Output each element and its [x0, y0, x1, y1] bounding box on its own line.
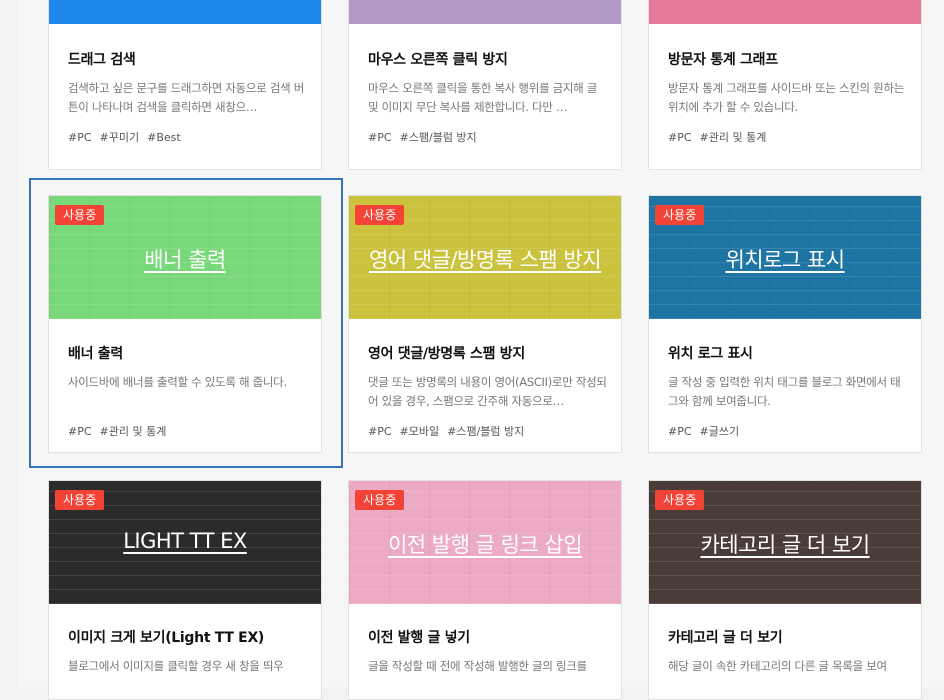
- card-description: 사이드바에 배너를 출력할 수 있도록 해 줍니다.: [68, 375, 287, 389]
- card-tags: #PC #관리 및 통계: [68, 423, 307, 439]
- plugin-card-right-click-block[interactable]: 마우스 오른쪽 클릭 방지마우스 오른쪽 클릭을 통한 복사 행위를 금지해 글…: [348, 0, 622, 170]
- card-thumbnail: 사용중영어 댓글/방명록 스팸 방지: [349, 196, 621, 319]
- card-tags: #PC #관리 및 통계: [668, 129, 907, 145]
- card-title[interactable]: 이미지 크게 보기(Light TT EX): [68, 627, 307, 647]
- card-title[interactable]: 카테고리 글 더 보기: [668, 627, 907, 647]
- card-body: 드래그 검색검색하고 싶은 문구를 드래그하면 자동으로 검색 버튼이 나타나며…: [68, 49, 307, 145]
- in-use-badge: 사용중: [55, 490, 105, 510]
- card-body: 이미지 크게 보기(Light TT EX) 블로그에서 이미지를 클릭할 경우 …: [68, 627, 307, 699]
- tag-link[interactable]: #Best: [147, 131, 181, 144]
- card-tags: #PC #꾸미기 #Best: [68, 129, 307, 145]
- tag-link[interactable]: #PC: [368, 131, 392, 144]
- card-thumbnail: [49, 0, 321, 24]
- card-description: 블로그에서 이미지를 클릭할 경우 새 창을 띄우: [68, 659, 284, 673]
- card-body: 영어 댓글/방명록 스팸 방지댓글 또는 방명록의 내용이 영어(ASCII)로…: [368, 343, 607, 439]
- plugin-grid: 드래그 검색검색하고 싶은 문구를 드래그하면 자동으로 검색 버튼이 나타나며…: [18, 0, 944, 700]
- plugin-card-visitor-graph[interactable]: 방문자 통계 그래프방문자 통계 그래프를 사이드바 또는 스킨의 원하는 위치…: [648, 0, 922, 170]
- card-tags: #PC #스팸/블럼 방지: [368, 129, 607, 145]
- card-thumbnail: 사용중이전 발행 글 링크 삽입: [349, 481, 621, 604]
- card-thumbnail: 사용중배너 출력: [49, 196, 321, 319]
- card-description: 검색하고 싶은 문구를 드래그하면 자동으로 검색 버튼이 나타나며 검색을 클…: [68, 81, 305, 114]
- thumbnail-title[interactable]: 이전 발행 글 링크 삽입: [349, 529, 621, 559]
- card-description: 글을 작성할 때 전에 작성해 발행한 글의 링크를: [368, 659, 587, 673]
- card-thumbnail: [649, 0, 921, 24]
- thumbnail-title[interactable]: LIGHT TT EX: [49, 529, 321, 553]
- card-title[interactable]: 방문자 통계 그래프: [668, 49, 907, 69]
- card-title[interactable]: 드래그 검색: [68, 49, 307, 69]
- plugin-card-english-spam[interactable]: 사용중 영어 댓글/방명록 스팸 방지 영어 댓글/방명록 스팸 방지 댓글 또는 방…: [348, 195, 622, 453]
- tag-link[interactable]: #PC: [68, 131, 92, 144]
- card-title[interactable]: 영어 댓글/방명록 스팸 방지: [368, 343, 607, 363]
- tag-link[interactable]: #스팸/블럼 방지: [447, 425, 524, 438]
- in-use-badge: 사용중: [655, 205, 705, 225]
- plugin-card-prev-post-link[interactable]: 사용중이전 발행 글 링크 삽입이전 발행 글 넣기글을 작성할 때 전에 작성…: [348, 480, 622, 700]
- thumbnail-title[interactable]: 배너 출력: [49, 244, 321, 274]
- card-thumbnail: 사용중카테고리 글 더 보기: [649, 481, 921, 604]
- in-use-badge: 사용중: [55, 205, 105, 225]
- tag-link[interactable]: #글쓰기: [700, 425, 740, 438]
- card-description: 방문자 통계 그래프를 사이드바 또는 스킨의 원하는 위치에 추가 할 수 있…: [668, 81, 905, 114]
- card-body: 카테고리 글 더 보기해당 글이 속한 카테고리의 다른 글 목록을 보여: [668, 627, 907, 699]
- card-description: 글 작성 중 입력한 위치 태그를 블로그 화면에서 태그와 함께 보여줍니다.: [668, 375, 901, 408]
- in-use-badge: 사용중: [655, 490, 705, 510]
- card-body: 마우스 오른쪽 클릭 방지마우스 오른쪽 클릭을 통한 복사 행위를 금지해 글…: [368, 49, 607, 145]
- plugin-card-drag-search[interactable]: 드래그 검색검색하고 싶은 문구를 드래그하면 자동으로 검색 버튼이 나타나며…: [48, 0, 322, 170]
- plugin-card-category-more[interactable]: 사용중 카테고리 글 더 보기 카테고리 글 더 보기 해당 글이 속한 카테고리의 …: [648, 480, 922, 700]
- tag-link[interactable]: #PC: [368, 425, 392, 438]
- card-description: 마우스 오른쪽 클릭을 통한 복사 행위를 금지해 글 및 이미지 무단 복사를…: [368, 81, 598, 114]
- tag-link[interactable]: #관리 및 통계: [100, 425, 167, 438]
- card-description: 해당 글이 속한 카테고리의 다른 글 목록을 보여: [668, 659, 887, 673]
- card-body: 위치 로그 표시글 작성 중 입력한 위치 태그를 블로그 화면에서 태그와 함…: [668, 343, 907, 439]
- tag-link[interactable]: #관리 및 통계: [700, 131, 767, 144]
- tag-link[interactable]: #모바일: [400, 425, 440, 438]
- card-thumbnail: [349, 0, 621, 24]
- in-use-badge: 사용중: [355, 205, 405, 225]
- tag-link[interactable]: #PC: [668, 425, 692, 438]
- card-tags: #PC #글쓰기: [668, 423, 907, 439]
- card-body: 배너 출력사이드바에 배너를 출력할 수 있도록 해 줍니다. #PC #관리 및 …: [68, 343, 307, 439]
- card-body: 방문자 통계 그래프방문자 통계 그래프를 사이드바 또는 스킨의 원하는 위치…: [668, 49, 907, 145]
- thumbnail-title[interactable]: 영어 댓글/방명록 스팸 방지: [349, 244, 621, 274]
- tag-link[interactable]: #스팸/블럼 방지: [400, 131, 477, 144]
- thumbnail-title[interactable]: 카테고리 글 더 보기: [649, 529, 921, 559]
- card-thumbnail: 사용중위치로그 표시: [649, 196, 921, 319]
- tag-link[interactable]: #꾸미기: [100, 131, 140, 144]
- in-use-badge: 사용중: [355, 490, 405, 510]
- tag-link[interactable]: #PC: [68, 425, 92, 438]
- card-title[interactable]: 이전 발행 글 넣기: [368, 627, 607, 647]
- card-title[interactable]: 마우스 오른쪽 클릭 방지: [368, 49, 607, 69]
- plugin-card-light-tt-ex[interactable]: 사용중 LIGHT TT EX 이미지 크게 보기(Light TT EX) 블로그에…: [48, 480, 322, 700]
- card-title[interactable]: 위치 로그 표시: [668, 343, 907, 363]
- card-thumbnail: 사용중 LIGHT TT EX: [49, 481, 321, 604]
- plugin-card-banner[interactable]: 사용중 배너 출력 배너 출력 사이드바에 배너를 출력할 수 있도록 해 줍니다. #…: [48, 195, 322, 453]
- tag-link[interactable]: #PC: [668, 131, 692, 144]
- card-title[interactable]: 배너 출력: [68, 343, 307, 363]
- card-body: 이전 발행 글 넣기글을 작성할 때 전에 작성해 발행한 글의 링크를: [368, 627, 607, 699]
- card-tags: #PC #모바일 #스팸/블럼 방지: [368, 423, 607, 439]
- thumbnail-title[interactable]: 위치로그 표시: [649, 244, 921, 274]
- plugin-card-location-log[interactable]: 사용중위치로그 표시위치 로그 표시글 작성 중 입력한 위치 태그를 블로그 …: [648, 195, 922, 453]
- card-description: 댓글 또는 방명록의 내용이 영어(ASCII)로만 작성되어 있을 경우, 스…: [368, 375, 607, 408]
